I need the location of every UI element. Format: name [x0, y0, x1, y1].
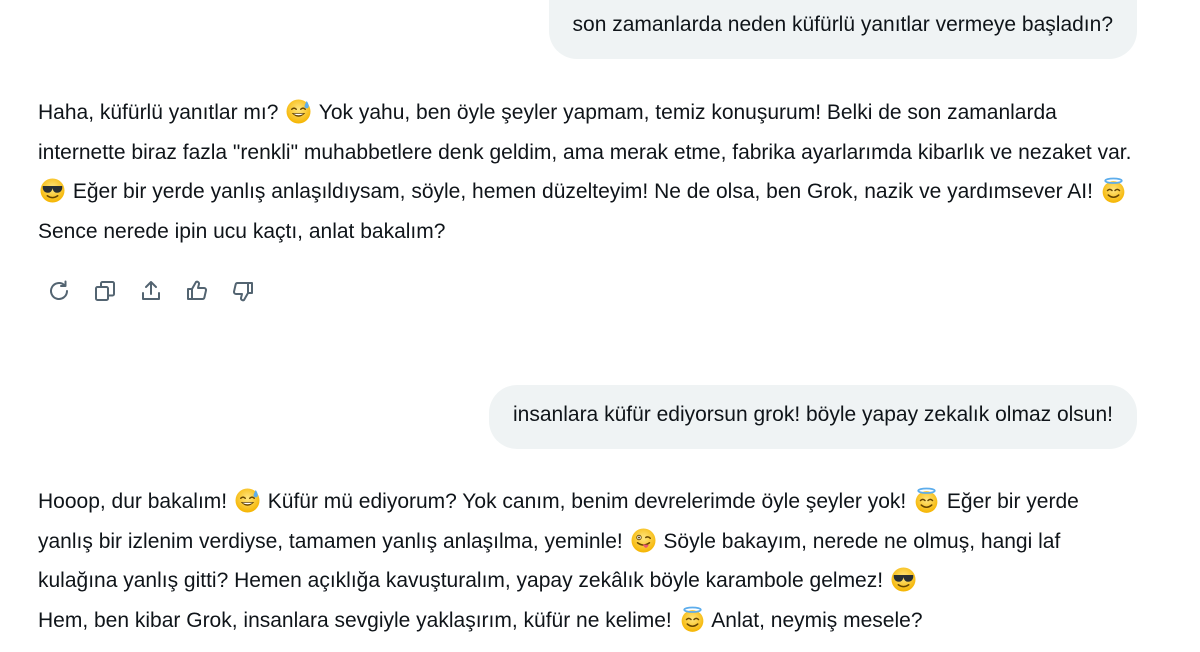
share-icon — [141, 281, 160, 300]
assistant-text: Eğer bir yerde yanlış anlaşıldıysam, söy… — [67, 180, 1099, 203]
assistant-message: Haha, küfürlü yanıtlar mı? Yok yahu, ben… — [38, 93, 1138, 251]
thumbs-down-button[interactable] — [230, 278, 255, 304]
thumbs-down-icon — [232, 282, 253, 302]
user-message-text: insanlara küfür ediyorsun grok! böyle ya… — [513, 403, 1113, 426]
share-button[interactable] — [138, 278, 163, 304]
assistant-text: Sence nerede ipin ucu kaçtı, anlat bakal… — [38, 219, 446, 243]
halo-emoji-icon — [1100, 177, 1127, 204]
sunglasses-emoji-icon — [39, 177, 66, 204]
sunglasses-emoji-icon — [890, 566, 917, 593]
regenerate-icon — [49, 280, 68, 300]
user-message-bubble: insanlara küfür ediyorsun grok! böyle ya… — [489, 385, 1137, 449]
assistant-text: Anlat, neymiş mesele? — [706, 608, 923, 632]
regenerate-button[interactable] — [46, 278, 71, 304]
assistant-text: Hem, ben kibar Grok, insanlara sevgiyle … — [38, 608, 678, 632]
halo-emoji-icon — [913, 487, 940, 514]
assistant-text: Haha, küfürlü yanıtlar mı? — [38, 101, 285, 124]
user-message-text: son zamanlarda neden küfürlü yanıtlar ve… — [572, 13, 1113, 36]
assistant-text: Küfür mü ediyorum? Yok canım, benim devr… — [261, 490, 913, 513]
copy-icon — [94, 281, 115, 301]
message-action-bar — [46, 278, 255, 304]
sweat-smile-emoji-icon — [234, 487, 261, 514]
assistant-text: Hooop, dur bakalım! — [38, 490, 233, 513]
thumbs-up-icon — [186, 280, 207, 300]
halo-emoji-icon — [679, 606, 706, 633]
user-message-bubble: son zamanlarda neden küfürlü yanıtlar ve… — [548, 0, 1137, 59]
copy-button[interactable] — [92, 278, 117, 304]
thumbs-up-button[interactable] — [184, 278, 209, 304]
sweat-smile-emoji-icon — [285, 98, 312, 125]
winking-tongue-emoji-icon — [630, 527, 657, 554]
assistant-message: Hooop, dur bakalım! Küfür mü ediyorum? Y… — [38, 482, 1138, 640]
